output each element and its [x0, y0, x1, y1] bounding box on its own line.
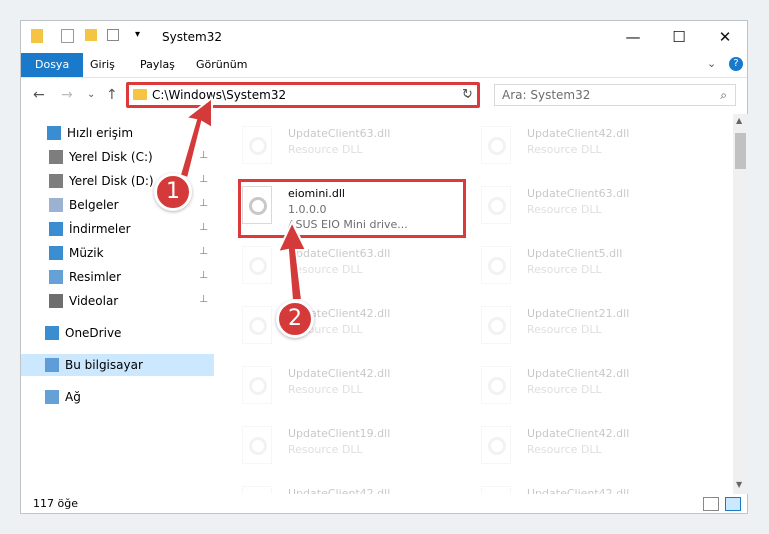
annotation-arrows	[178, 95, 308, 301]
step-1-badge: 1	[154, 173, 192, 211]
arrow-1	[178, 95, 213, 180]
step-2-badge: 2	[276, 300, 314, 338]
arrow-2	[276, 219, 308, 301]
